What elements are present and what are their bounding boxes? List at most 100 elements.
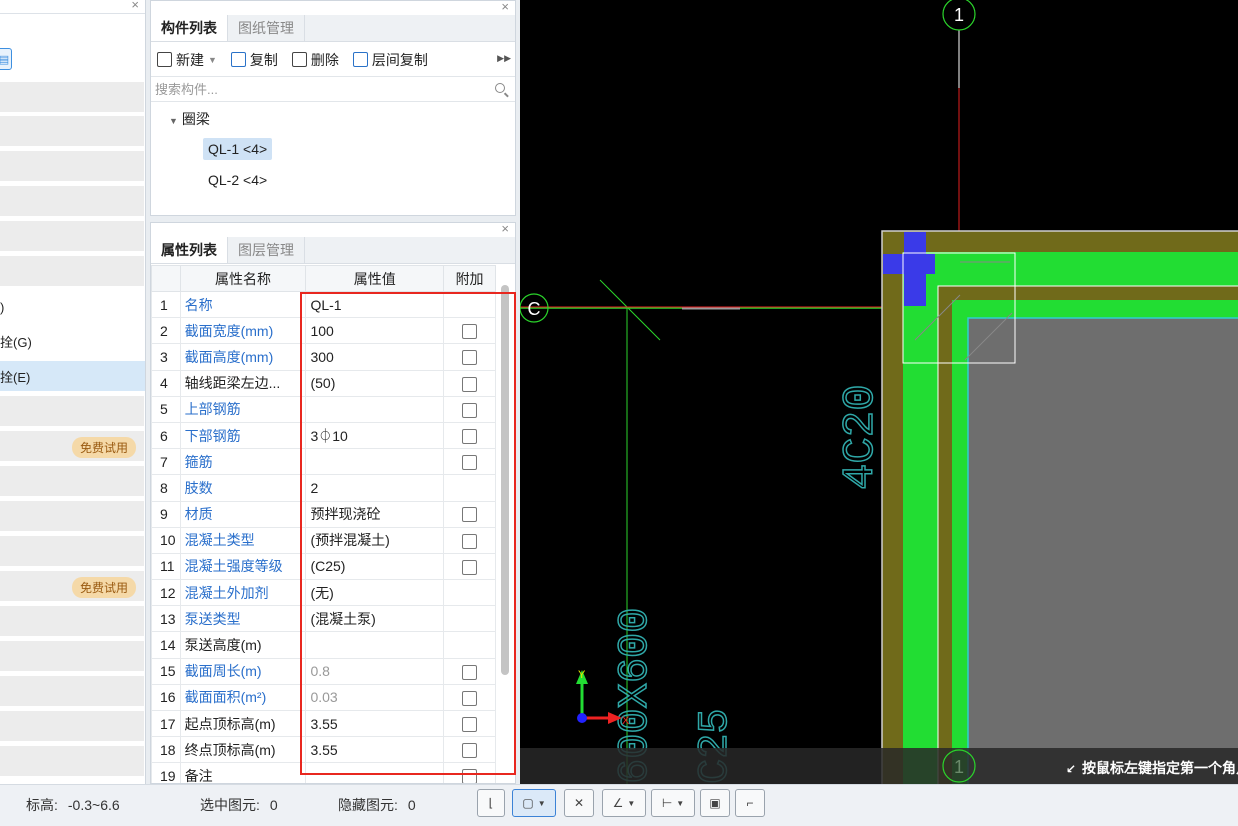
ortho-icon[interactable]: ⌊: [477, 789, 505, 817]
row-index: 2: [151, 317, 181, 345]
row-index: 12: [151, 579, 181, 607]
property-name: 下部钢筋: [179, 421, 307, 450]
row-index: 19: [151, 762, 181, 783]
cross-select-icon[interactable]: ✕: [564, 789, 594, 817]
hidden-label: 隐藏图元:: [338, 797, 398, 813]
component-list-panel: × 构件列表 图纸管理 新建 ▼ 复制 删除 层间复制 ▶▶ 搜索构件... ▼…: [150, 0, 516, 216]
slab-area: [967, 317, 1238, 784]
property-name: 截面周长(m): [179, 657, 307, 685]
chevron-down-icon[interactable]: ▼: [208, 55, 217, 65]
tree-item-ql1[interactable]: QL-1 <4>: [203, 138, 273, 160]
search-icon[interactable]: [495, 83, 505, 93]
elevation-value: -0.3~6.6: [67, 797, 120, 813]
col-index-header: [151, 265, 181, 292]
property-name: 上部钢筋: [179, 395, 307, 423]
col-extra-header: 附加: [443, 265, 496, 292]
free-trial-badge[interactable]: 免费试用: [71, 577, 136, 598]
rect-select-icon[interactable]: ▢ ▼: [512, 789, 556, 817]
tab-property-list[interactable]: 属性列表: [151, 237, 228, 263]
tab-component-list[interactable]: 构件列表: [151, 15, 228, 41]
property-name: 混凝土强度等级: [179, 552, 307, 581]
sidebar-item[interactable]: 免费试用: [0, 571, 144, 601]
sidebar-item[interactable]: [0, 82, 144, 112]
close-icon[interactable]: ×: [131, 0, 139, 12]
hidden-status: 隐藏图元: 0: [338, 795, 416, 815]
tab-drawing-management[interactable]: 图纸管理: [228, 15, 305, 41]
row-index: 10: [151, 526, 181, 554]
search-input[interactable]: [151, 78, 515, 101]
new-label: 新建: [176, 51, 204, 68]
sidebar-item[interactable]: [0, 116, 144, 146]
property-name: 泵送高度(m): [179, 631, 307, 659]
tree-group-ring-beam[interactable]: ▼ 圈梁: [169, 109, 210, 129]
tab-layer-management[interactable]: 图层管理: [228, 237, 305, 263]
selected-value: 0: [269, 797, 278, 813]
property-name: 肢数: [179, 474, 307, 502]
sidebar-item[interactable]: [0, 606, 144, 636]
layer-toggle-icon[interactable]: ▤: [0, 48, 12, 70]
sidebar-item[interactable]: [0, 641, 144, 671]
property-name: 备注: [179, 762, 307, 783]
copy-label: 复制: [249, 51, 278, 68]
sidebar-item[interactable]: [0, 151, 144, 181]
close-icon[interactable]: ×: [501, 0, 509, 14]
row-index: 15: [151, 657, 181, 685]
cad-drawing[interactable]: 1 C 4C20 600X600 C25 Y X: [520, 0, 1238, 784]
row-index: 17: [151, 709, 181, 738]
sidebar-item[interactable]: [0, 501, 144, 531]
close-icon[interactable]: ×: [501, 223, 509, 236]
row-index: 8: [151, 474, 181, 502]
cad-canvas[interactable]: 1 C 4C20 600X600 C25 Y X 1 ↙ 按鼠标左键指定第一个角: [520, 0, 1238, 784]
row-index: 1: [151, 290, 181, 319]
copy-button[interactable]: 复制: [230, 50, 278, 70]
hidden-value: 0: [407, 797, 416, 813]
sidebar-item[interactable]: [0, 396, 144, 426]
angle-icon[interactable]: ∠ ▼: [602, 789, 646, 817]
left-panel-header: ×: [0, 0, 145, 14]
sidebar-item[interactable]: [0, 186, 144, 216]
left-nav-panel: × ▤ )拴(G)拴(E)免费试用免费试用: [0, 0, 146, 784]
svg-text:Y: Y: [578, 669, 586, 681]
floor-copy-label: 层间复制: [371, 51, 428, 68]
sidebar-item[interactable]: [0, 676, 144, 706]
sidebar-item[interactable]: 拴(E): [0, 361, 145, 391]
sidebar-item[interactable]: [0, 466, 144, 496]
sidebar-item[interactable]: [0, 221, 144, 251]
property-name: 混凝土外加剂: [179, 579, 307, 607]
chevron-down-icon[interactable]: ▼: [169, 116, 178, 126]
sidebar-item[interactable]: 免费试用: [0, 431, 144, 461]
new-button[interactable]: 新建 ▼: [157, 50, 217, 70]
row-index: 5: [151, 395, 181, 423]
sidebar-item[interactable]: 拴(G): [0, 326, 145, 356]
copy-icon: [230, 52, 246, 67]
sidebar-item[interactable]: ): [0, 292, 145, 322]
axis-label-top: 1: [954, 5, 964, 25]
delete-button[interactable]: 删除: [291, 50, 339, 70]
sidebar-item[interactable]: [0, 746, 144, 776]
polyline-icon[interactable]: ⌐: [735, 789, 765, 817]
sidebar-item[interactable]: [0, 256, 144, 286]
tree-item-ql2[interactable]: QL-2 <4>: [203, 169, 272, 191]
sidebar-item[interactable]: [0, 711, 144, 741]
sidebar-item[interactable]: [0, 536, 144, 566]
toolbar-overflow-icon[interactable]: ▶▶: [497, 53, 511, 64]
floor-copy-button[interactable]: 层间复制: [352, 50, 428, 70]
selected-label: 选中图元:: [200, 797, 260, 813]
delete-label: 删除: [310, 51, 339, 68]
display-icon[interactable]: ▣: [700, 789, 730, 817]
col-name-header: 属性名称: [179, 265, 307, 292]
free-trial-badge[interactable]: 免费试用: [71, 437, 136, 458]
rebar-label-4c20: 4C20: [836, 384, 886, 490]
dimension-icon[interactable]: ⊢ ▼: [651, 789, 695, 817]
row-index: 7: [151, 448, 181, 476]
row-index: 16: [151, 683, 181, 712]
table-header-row: 属性名称 属性值 附加: [151, 265, 496, 292]
property-name: 轴线距梁左边...: [179, 369, 307, 397]
property-name: 截面宽度(mm): [179, 317, 307, 345]
property-name: 终点顶标高(m): [179, 736, 307, 764]
status-bar: 标高: -0.3~6.6 选中图元: 0 隐藏图元: 0 ⌊ ▢ ▼ ✕ ∠ ▼ ⊢ ▼ ▣…: [0, 784, 1238, 826]
row-index: 9: [151, 500, 181, 528]
property-name: 截面面积(m²): [179, 683, 307, 712]
floor-copy-icon: [352, 52, 368, 67]
sidebar-item-label: 拴(E): [0, 369, 31, 385]
